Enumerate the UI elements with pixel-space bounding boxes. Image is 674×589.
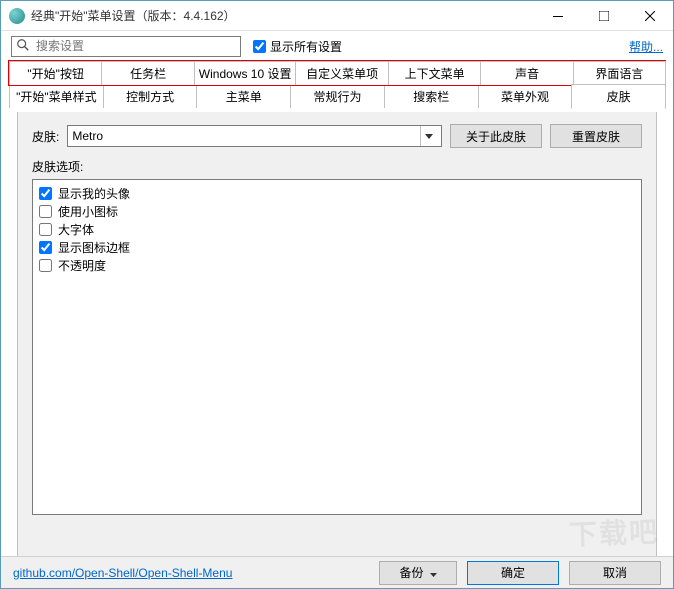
- show-all-checkbox[interactable]: [253, 40, 266, 53]
- skin-option-checkbox[interactable]: [39, 187, 52, 200]
- tab-2-4[interactable]: 搜索栏: [384, 84, 479, 108]
- chevron-down-icon: [420, 126, 437, 146]
- show-all-label: 显示所有设置: [270, 38, 342, 55]
- search-field-wrap[interactable]: [11, 36, 241, 57]
- skin-option-0[interactable]: 显示我的头像: [39, 184, 635, 202]
- tab-1-0[interactable]: "开始"按钮: [9, 61, 102, 85]
- skin-option-3[interactable]: 显示图标边框: [39, 238, 635, 256]
- skin-dropdown-value: Metro: [72, 129, 420, 143]
- cancel-button[interactable]: 取消: [569, 561, 661, 585]
- tab-1-1[interactable]: 任务栏: [101, 61, 194, 85]
- tab-1-2[interactable]: Windows 10 设置: [194, 61, 297, 85]
- skin-option-checkbox[interactable]: [39, 241, 52, 254]
- tab-2-5[interactable]: 菜单外观: [478, 84, 573, 108]
- bottom-bar: github.com/Open-Shell/Open-Shell-Menu 备份…: [1, 556, 673, 588]
- window-title: 经典"开始"菜单设置（版本：4.4.162）: [31, 7, 535, 24]
- skin-option-2[interactable]: 大字体: [39, 220, 635, 238]
- tab-1-5[interactable]: 声音: [480, 61, 573, 85]
- skin-option-4[interactable]: 不透明度: [39, 256, 635, 274]
- search-icon: [16, 38, 34, 55]
- tab-row-2: "开始"菜单样式控制方式主菜单常规行为搜索栏菜单外观皮肤: [9, 84, 665, 108]
- tab-1-4[interactable]: 上下文菜单: [388, 61, 481, 85]
- titlebar: 经典"开始"菜单设置（版本：4.4.162）: [1, 1, 673, 31]
- search-input[interactable]: [34, 38, 236, 54]
- tab-2-1[interactable]: 控制方式: [103, 84, 198, 108]
- tab-2-0[interactable]: "开始"菜单样式: [9, 84, 104, 108]
- skin-label: 皮肤:: [32, 128, 59, 145]
- chevron-down-icon: [430, 566, 437, 580]
- maximize-button[interactable]: [581, 1, 627, 30]
- bottom-button-group: 备份 确定 取消: [379, 561, 661, 585]
- backup-button-label: 备份: [399, 564, 423, 581]
- window-control-group: [535, 1, 673, 30]
- skin-dropdown[interactable]: Metro: [67, 125, 442, 147]
- ok-button[interactable]: 确定: [467, 561, 559, 585]
- tab-1-6[interactable]: 界面语言: [573, 61, 666, 85]
- reset-skin-button[interactable]: 重置皮肤: [550, 124, 642, 148]
- skin-option-1[interactable]: 使用小图标: [39, 202, 635, 220]
- skin-select-row: 皮肤: Metro 关于此皮肤 重置皮肤: [32, 124, 642, 148]
- tab-2-2[interactable]: 主菜单: [196, 84, 291, 108]
- tab-row-1: "开始"按钮任务栏Windows 10 设置自定义菜单项上下文菜单声音界面语言: [9, 61, 665, 85]
- skin-options-list: 显示我的头像使用小图标大字体显示图标边框不透明度: [32, 179, 642, 515]
- skin-option-label: 显示图标边框: [58, 239, 130, 256]
- show-all-checkbox-wrap[interactable]: 显示所有设置: [253, 38, 342, 55]
- tab-1-3[interactable]: 自定义菜单项: [295, 61, 388, 85]
- tab-area: "开始"按钮任务栏Windows 10 设置自定义菜单项上下文菜单声音界面语言 …: [1, 61, 673, 562]
- skin-option-label: 大字体: [58, 221, 94, 238]
- skin-option-checkbox[interactable]: [39, 259, 52, 272]
- about-skin-button[interactable]: 关于此皮肤: [450, 124, 542, 148]
- toolbar-row: 显示所有设置 帮助...: [1, 31, 673, 61]
- app-icon: [9, 8, 25, 24]
- skin-option-checkbox[interactable]: [39, 223, 52, 236]
- tab-2-3[interactable]: 常规行为: [290, 84, 385, 108]
- skin-option-checkbox[interactable]: [39, 205, 52, 218]
- close-button[interactable]: [627, 1, 673, 30]
- skin-panel: 皮肤: Metro 关于此皮肤 重置皮肤 皮肤选项: 显示我的头像使用小图标大字…: [17, 112, 657, 562]
- skin-option-label: 显示我的头像: [58, 185, 130, 202]
- skin-options-label: 皮肤选项:: [32, 158, 642, 175]
- skin-option-label: 使用小图标: [58, 203, 118, 220]
- minimize-button[interactable]: [535, 1, 581, 30]
- skin-option-label: 不透明度: [58, 257, 106, 274]
- github-link[interactable]: github.com/Open-Shell/Open-Shell-Menu: [13, 566, 232, 580]
- help-link[interactable]: 帮助...: [629, 38, 663, 55]
- tab-2-6[interactable]: 皮肤: [571, 84, 666, 109]
- backup-button[interactable]: 备份: [379, 561, 457, 585]
